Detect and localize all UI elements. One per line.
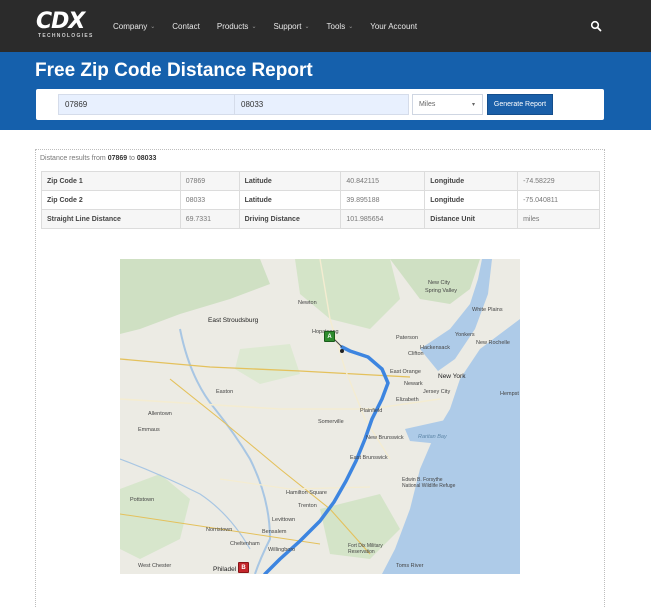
nav-item-support[interactable]: Support ⌄ <box>273 22 309 31</box>
nav-item-label: Your Account <box>370 21 418 31</box>
nav-item-your-account[interactable]: Your Account <box>370 22 417 31</box>
chevron-down-icon: ⌄ <box>304 23 310 30</box>
table-cell-label: Distance Unit <box>424 209 519 229</box>
chevron-down-icon: ⌄ <box>348 23 354 30</box>
map-label: Hackensack <box>420 345 450 351</box>
map-label: Fort Dix Military Reservation <box>348 543 383 555</box>
map-label: Edwin B. Forsythe National Wildlife Refu… <box>402 477 456 489</box>
map-label: Clifton <box>408 351 424 357</box>
results-mid: to <box>127 155 137 162</box>
map-label: Philadel <box>213 566 237 573</box>
map-label: Cheltenham <box>230 541 260 547</box>
map-label: Yonkers <box>455 332 475 338</box>
map-label: Hamilton Square <box>286 490 327 496</box>
map-label: East Brunswick <box>350 455 388 461</box>
generate-report-button[interactable]: Generate Report <box>487 94 553 115</box>
table-cell-label: Longitude <box>424 171 519 191</box>
table-cell-label: Zip Code 1 <box>41 171 181 191</box>
map-label: Levittown <box>272 517 296 523</box>
map-label: Plainfield <box>360 408 383 414</box>
results-prefix: Distance results from <box>40 155 108 162</box>
nav-item-label: Support <box>273 21 302 31</box>
nav-item-label: Products <box>216 21 249 31</box>
table-cell: 101.985654 <box>340 209 426 229</box>
table-row: Zip Code 2 08033 Latitude 39.895188 Long… <box>41 190 600 210</box>
table-cell-label: Zip Code 2 <box>41 190 181 210</box>
table-cell-label: Driving Distance <box>238 209 342 229</box>
map-label: Willingboro <box>268 547 296 553</box>
unit-select[interactable]: Miles ▾ <box>412 94 483 115</box>
route-map[interactable]: Newton East Stroudsburg New City Spring … <box>120 259 520 574</box>
map-label: White Plains <box>472 307 503 313</box>
logo-text: CDX <box>36 9 85 34</box>
map-label: Emmaus <box>138 427 160 433</box>
end-marker-icon[interactable]: B <box>238 562 249 573</box>
distance-form: 07869 08033 Miles ▾ Generate Report <box>36 89 604 120</box>
nav-item-label: Tools <box>326 21 346 31</box>
map-canvas <box>120 259 520 574</box>
map-label: Norristown <box>206 527 233 533</box>
map-label: Jersey City <box>423 389 451 395</box>
results-to-zip: 08033 <box>136 155 157 162</box>
nav-item-tools[interactable]: Tools ⌄ <box>327 22 354 31</box>
map-label: Easton <box>216 389 234 395</box>
results-summary: Distance results from 07869 to 08033 <box>40 155 156 162</box>
table-cell-label: Latitude <box>238 171 342 191</box>
map-label: East Orange <box>390 369 421 375</box>
map-label: Trenton <box>298 503 317 509</box>
nav-item-company[interactable]: Company ⌄ <box>113 22 155 31</box>
start-marker-icon[interactable]: A <box>324 331 335 342</box>
table-cell-label: Latitude <box>238 190 342 210</box>
map-label: Paterson <box>396 335 419 341</box>
map-label: Hempst <box>500 391 519 397</box>
table-cell: 39.895188 <box>340 190 426 210</box>
table-row: Straight Line Distance 69.7331 Driving D… <box>41 209 600 229</box>
nav-item-products[interactable]: Products ⌄ <box>217 22 257 31</box>
table-cell: 07869 <box>179 171 240 191</box>
map-label: Toms River <box>396 563 424 569</box>
table-row: Zip Code 1 07869 Latitude 40.842115 Long… <box>41 171 600 191</box>
table-cell: 08033 <box>179 190 240 210</box>
cdx-logo[interactable]: CDX TECHNOLOGIES <box>36 11 100 41</box>
chevron-down-icon: ▾ <box>471 102 475 108</box>
results-from-zip: 07869 <box>107 155 128 162</box>
map-label: New Rochelle <box>476 340 510 346</box>
map-label: Newton <box>298 300 317 306</box>
search-icon[interactable] <box>590 20 602 32</box>
logo-subtext: TECHNOLOGIES <box>38 33 94 39</box>
map-label: Elizabeth <box>396 397 419 403</box>
main-nav: Company ⌄ Contact Products ⌄ Support ⌄ Tool… <box>113 0 434 52</box>
table-cell: miles <box>517 209 600 229</box>
map-label: West Chester <box>138 563 172 569</box>
nav-item-contact[interactable]: Contact <box>172 22 200 31</box>
table-cell-label: Longitude <box>424 190 519 210</box>
map-label: East Stroudsburg <box>208 317 259 324</box>
results-table: Zip Code 1 07869 Latitude 40.842115 Long… <box>41 171 600 229</box>
page-title: Free Zip Code Distance Report <box>35 60 313 81</box>
chevron-down-icon: ⌄ <box>150 23 156 30</box>
map-label: New York <box>438 373 466 380</box>
map-label: New City <box>428 280 451 286</box>
table-cell: 69.7331 <box>179 209 240 229</box>
table-cell-label: Straight Line Distance <box>41 209 181 229</box>
table-cell: -74.58229 <box>517 171 600 191</box>
map-label: New Brunswick <box>366 435 404 441</box>
map-label: Allentown <box>148 411 172 417</box>
map-label: Spring Valley <box>425 288 457 294</box>
table-cell: -75.040811 <box>517 190 600 210</box>
map-label: Somerville <box>318 419 344 425</box>
map-label: Bensalem <box>262 529 287 535</box>
map-label: Pottstown <box>130 497 155 503</box>
nav-item-label: Company <box>113 21 148 31</box>
nav-item-label: Contact <box>172 21 200 31</box>
zip-code-2-input[interactable]: 08033 <box>234 94 409 115</box>
unit-select-value: Miles <box>419 101 436 108</box>
map-label: Raritan Bay <box>418 434 447 440</box>
map-label: Newark <box>404 381 423 387</box>
table-cell: 40.842115 <box>340 171 426 191</box>
chevron-down-icon: ⌄ <box>251 23 257 30</box>
top-nav-bar: CDX TECHNOLOGIES Company ⌄ Contact Produc… <box>0 0 651 52</box>
